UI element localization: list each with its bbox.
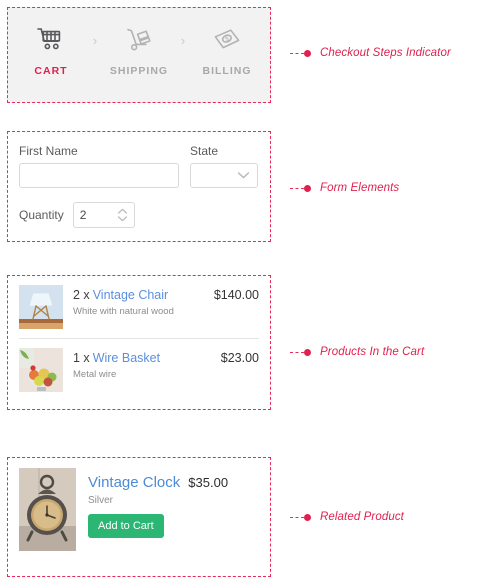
annotation-box-checkout-steps (7, 7, 271, 103)
callout-leader-line (290, 52, 304, 54)
annotation-box-related-product (7, 457, 271, 577)
annotation-box-form (7, 131, 271, 242)
callout-leader-line (290, 187, 304, 189)
callout-dot (304, 348, 311, 356)
callout-label: Checkout Steps Indicator (320, 47, 451, 59)
callout-form-elements: Form Elements (290, 182, 399, 194)
callout-dot (304, 513, 311, 521)
callout-label: Products In the Cart (320, 346, 425, 358)
callout-label: Related Product (320, 511, 404, 523)
callout-leader-line (290, 351, 304, 353)
callout-label: Form Elements (320, 182, 400, 194)
callout-dot (304, 184, 311, 192)
callout-dot (304, 49, 311, 57)
callout-related-product: Related Product (290, 511, 404, 523)
callout-checkout-steps: Checkout Steps Indicator (290, 47, 451, 59)
annotation-box-cart-products (7, 275, 271, 410)
callout-cart-products: Products In the Cart (290, 346, 424, 358)
callout-leader-line (290, 516, 304, 518)
